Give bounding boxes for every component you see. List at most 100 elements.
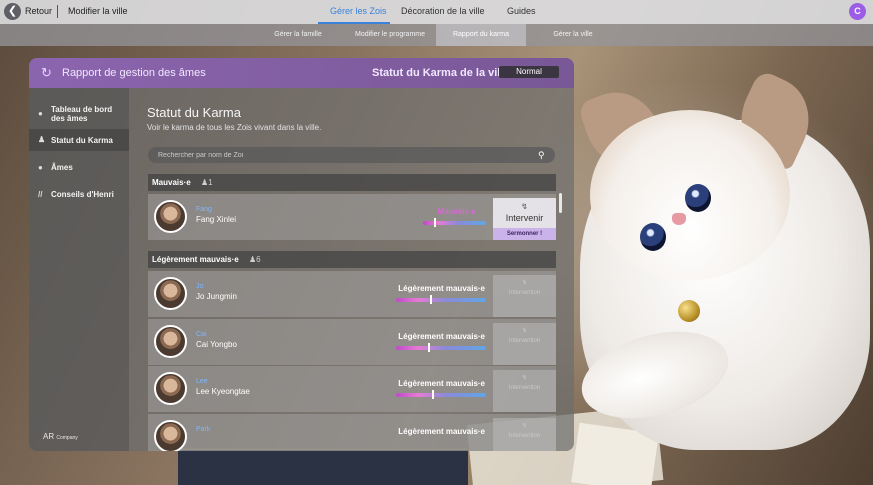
- karma-bar: [396, 298, 486, 302]
- person-icon: ♟: [38, 135, 46, 144]
- sidebar-item-label: Tableau de bord des âmes: [51, 105, 113, 123]
- back-arrow-icon[interactable]: ❮: [4, 3, 21, 20]
- lightning-icon: ↯: [521, 375, 528, 381]
- group-count: ♟1: [201, 178, 213, 187]
- dashboard-icon: ●: [38, 109, 43, 118]
- tab-city-decoration[interactable]: Décoration de la ville: [401, 6, 485, 16]
- karma-bar: [396, 393, 486, 397]
- brand-name: AR: [43, 432, 55, 441]
- group-header-bad: Mauvais·e ♟1: [148, 174, 556, 191]
- cat-face: [590, 110, 790, 280]
- sidebar-item-henri-tips[interactable]: // Conseils d'Henri: [29, 184, 129, 204]
- sidebar-item-karma-status[interactable]: ♟ Statut du Karma: [29, 129, 129, 151]
- subtab-manage-city[interactable]: Gérer la ville: [538, 24, 608, 46]
- intervene-button-disabled: ↯ Intervention: [493, 323, 556, 365]
- sidebar-item-dashboard[interactable]: ● Tableau de bord des âmes: [29, 102, 129, 126]
- zoi-given-name: Park: [196, 426, 211, 433]
- back-button-label[interactable]: Retour: [25, 6, 52, 16]
- intervene-label: Intervention: [508, 433, 541, 439]
- cat-eye: [685, 184, 711, 212]
- group-name: Légèrement mauvais·e: [152, 255, 239, 264]
- list-scrollbar[interactable]: [559, 193, 562, 213]
- karma-status: Légèrement mauvais·e: [398, 284, 485, 293]
- brand-sub: Company: [56, 435, 78, 441]
- sidebar: ● Tableau de bord des âmes ♟ Statut du K…: [29, 88, 129, 451]
- zoi-portrait: [154, 325, 187, 358]
- intervene-label: Intervention: [508, 338, 541, 344]
- soul-icon: ●: [38, 163, 43, 172]
- intervene-button-disabled: ↯ Intervention: [493, 275, 556, 317]
- list-item[interactable]: Lee Lee Kyeongtae Légèrement mauvais·e ↯…: [148, 366, 556, 412]
- list-item[interactable]: Fang Fang Xinlei Mauvais·e ↯ Intervenir …: [148, 194, 556, 240]
- sub-navigation-bar: Gérer la famille Modifier le programme R…: [0, 24, 873, 46]
- karma-status: Légèrement mauvais·e: [398, 427, 485, 436]
- intervene-button-disabled: ↯ Intervention: [493, 418, 556, 451]
- intervene-button-disabled: ↯ Intervention: [493, 370, 556, 412]
- zoi-given-name: Cai: [196, 331, 207, 338]
- sidebar-item-label: Conseils d'Henri: [51, 190, 114, 199]
- edit-city-link[interactable]: Modifier la ville: [68, 6, 128, 16]
- karma-bar: [396, 346, 486, 350]
- search-icon[interactable]: ⚲: [538, 149, 550, 161]
- sidebar-item-souls[interactable]: ● Âmes: [29, 157, 129, 177]
- list-item[interactable]: Jo Jo Jungmin Légèrement mauvais·e ↯ Int…: [148, 271, 556, 317]
- divider: [57, 5, 58, 18]
- zoi-given-name: Lee: [196, 378, 208, 385]
- city-karma-label: Statut du Karma de la ville:: [372, 67, 514, 79]
- zoi-portrait: [154, 420, 187, 451]
- lightning-icon: ↯: [521, 423, 528, 429]
- group-count: ♟6: [249, 255, 261, 264]
- soul-management-panel: ↻ Rapport de gestion des âmes Statut du …: [29, 58, 574, 451]
- zoi-full-name: Lee Kyeongtae: [196, 387, 250, 396]
- lightning-icon: ↯: [521, 280, 528, 286]
- cat-eye: [640, 223, 666, 251]
- subtab-karma-report[interactable]: Rapport du karma: [436, 24, 526, 46]
- quote-icon: //: [38, 190, 43, 199]
- karma-status: Légèrement mauvais·e: [398, 379, 485, 388]
- zoi-full-name: Cai Yongbo: [196, 340, 237, 349]
- group-name: Mauvais·e: [152, 178, 191, 187]
- sidebar-item-label: Âmes: [51, 163, 73, 172]
- zoi-portrait: [154, 372, 187, 405]
- karma-swirl-icon: ↻: [41, 65, 52, 80]
- user-avatar[interactable]: C: [849, 3, 866, 20]
- lecture-button[interactable]: Sermonner !: [493, 228, 556, 240]
- intervene-label: Intervenir: [505, 213, 544, 223]
- cat-nose: [672, 213, 686, 225]
- sidebar-item-label: Statut du Karma: [51, 136, 113, 145]
- zoi-full-name: Fang Xinlei: [196, 215, 237, 224]
- group-header-slightly-bad: Légèrement mauvais·e ♟6: [148, 251, 556, 268]
- subtab-edit-schedule[interactable]: Modifier le programme: [345, 24, 435, 46]
- karma-list[interactable]: Mauvais·e ♟1 Fang Fang Xinlei Mauvais·e …: [148, 174, 556, 451]
- list-item[interactable]: Cai Cai Yongbo Légèrement mauvais·e ↯ In…: [148, 319, 556, 365]
- cat-bell: [678, 300, 700, 322]
- page-title: Statut du Karma: [147, 105, 241, 120]
- karma-status: Mauvais·e: [437, 207, 476, 216]
- karma-marker: [432, 390, 434, 399]
- karma-status: Légèrement mauvais·e: [398, 332, 485, 341]
- karma-marker: [434, 218, 437, 227]
- zoi-full-name: Jo Jungmin: [196, 292, 237, 301]
- search-input[interactable]: [148, 147, 555, 163]
- lightning-icon: ↯: [521, 328, 528, 334]
- list-item[interactable]: Park Légèrement mauvais·e ↯ Intervention: [148, 414, 556, 451]
- intervene-button[interactable]: ↯ Intervenir Sermonner !: [493, 198, 556, 240]
- zoi-portrait: [154, 200, 187, 233]
- zoi-portrait: [154, 277, 187, 310]
- subtab-manage-family[interactable]: Gérer la famille: [262, 24, 334, 46]
- zoi-given-name: Jo: [196, 283, 204, 290]
- top-navigation-bar: ❮ Retour Modifier la ville Gérer les Zoi…: [0, 0, 873, 24]
- intervene-label: Intervention: [508, 290, 541, 296]
- city-karma-value: Normal: [499, 66, 559, 78]
- tab-guides[interactable]: Guides: [507, 6, 536, 16]
- zoi-given-name: Fang: [196, 206, 212, 213]
- intervene-label: Intervention: [508, 385, 541, 391]
- karma-marker: [430, 295, 433, 304]
- panel-header: ↻ Rapport de gestion des âmes Statut du …: [29, 58, 574, 88]
- background-map: [178, 448, 468, 485]
- tab-manage-zois[interactable]: Gérer les Zois: [330, 6, 387, 16]
- karma-bar: [423, 221, 486, 225]
- lightning-icon: ↯: [521, 202, 528, 211]
- page-subtitle: Voir le karma de tous les Zois vivant da…: [147, 123, 322, 132]
- company-logo: AR Company: [43, 432, 78, 441]
